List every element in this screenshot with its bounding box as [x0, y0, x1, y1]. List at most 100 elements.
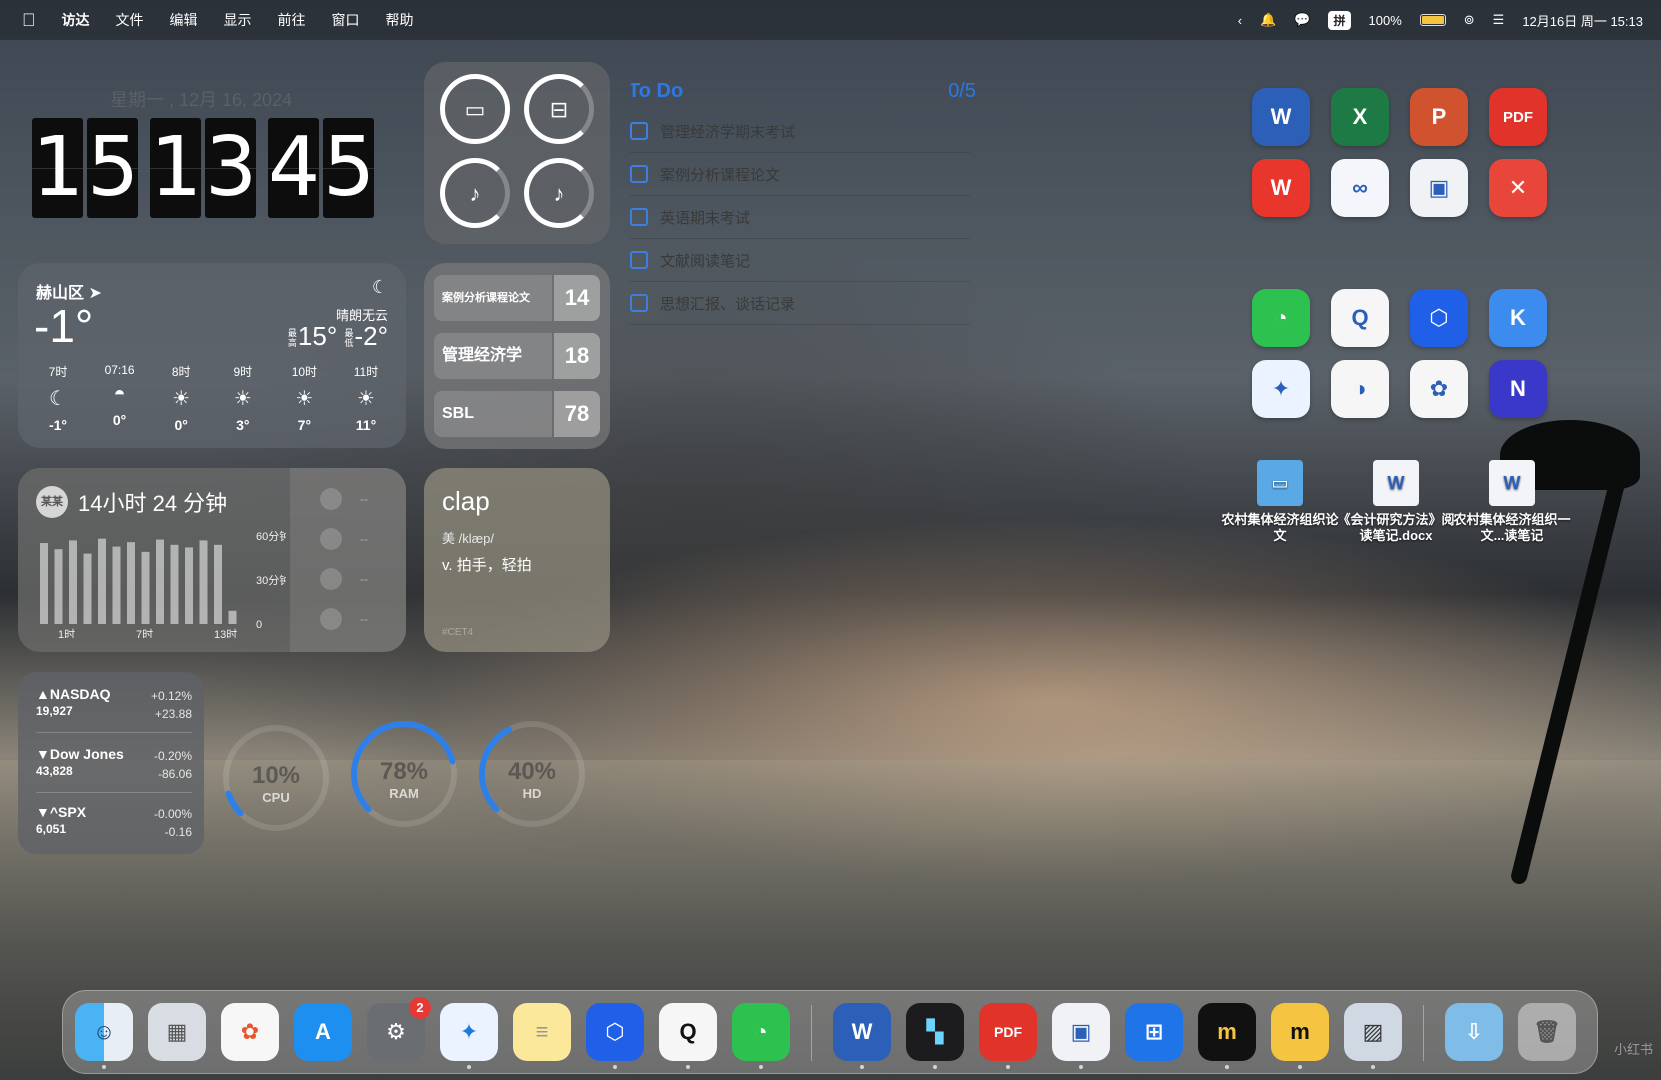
- baidu-netdisk-icon[interactable]: ∞: [1331, 159, 1389, 217]
- stock-row[interactable]: ▲NASDAQ 19,927 +0.12% +23.88: [36, 686, 192, 721]
- wechat-status-icon[interactable]: 💬: [1294, 12, 1310, 28]
- qq-icon[interactable]: Q: [1331, 289, 1389, 347]
- safari-icon[interactable]: ✦: [1252, 360, 1310, 418]
- apple-menu-icon[interactable]: : [22, 10, 36, 31]
- airpod-right-icon: ♪: [553, 181, 565, 206]
- marginnote-icon[interactable]: m: [1198, 1003, 1256, 1061]
- chevron-left-icon[interactable]: ‹: [1238, 13, 1242, 28]
- menu-clock[interactable]: 12月16日 周一 15:13: [1522, 11, 1643, 30]
- weather-widget[interactable]: 赫山区 ➤ -1° ☾ 晴朗无云 最高15° 最低-2° 7时 ☾ -1° 07:1…: [18, 263, 406, 448]
- countdown-widget[interactable]: 案例分析课程论文 14 管理经济学 18 SBL 78: [424, 263, 610, 449]
- sunrise-icon: ◓: [113, 383, 126, 405]
- pdf-expert-icon[interactable]: PDF: [979, 1003, 1037, 1061]
- app-n-icon[interactable]: N: [1489, 360, 1547, 418]
- stock-row[interactable]: ▼^SPX 6,051 -0.00% -0.16: [36, 804, 192, 839]
- cpu-gauge[interactable]: 10% CPU: [220, 722, 332, 834]
- stock-row[interactable]: ▼Dow Jones 43,828 -0.20% -86.06: [36, 746, 192, 781]
- checkbox[interactable]: [630, 208, 648, 226]
- running-indicator: [1006, 1065, 1010, 1069]
- weather-hour: 7时 ☾ -1°: [32, 363, 84, 433]
- lark-cube-icon[interactable]: ⬡: [1410, 289, 1468, 347]
- quark-icon[interactable]: ◑: [1331, 360, 1389, 418]
- screen-time-total: 14小时 24 分钟: [78, 491, 228, 516]
- finder-icon[interactable]: ☺: [75, 1003, 133, 1061]
- remote-desktop-icon[interactable]: ▣: [1052, 1003, 1110, 1061]
- x-label: 1时: [58, 628, 75, 638]
- clock-digit: 5: [323, 118, 375, 218]
- hd-gauge[interactable]: 40% HD: [476, 718, 588, 830]
- todo-item[interactable]: 文献阅读笔记: [630, 239, 970, 282]
- vocabulary-widget[interactable]: clap 美 /klæp/ v. 拍手，轻拍 #CET4: [424, 468, 610, 652]
- batteries-widget[interactable]: ▭ ⊟ ♪ ♪: [424, 62, 610, 244]
- countdown-row[interactable]: 案例分析课程论文 14: [434, 275, 600, 321]
- todo-item[interactable]: 管理经济学期末考试: [630, 110, 970, 153]
- countdown-row[interactable]: 管理经济学 18: [434, 333, 600, 379]
- trash-icon[interactable]: 🗑: [1518, 1003, 1576, 1061]
- kimi-icon[interactable]: K: [1489, 289, 1547, 347]
- wechat-icon[interactable]: ◔: [1252, 289, 1310, 347]
- link-icon[interactable]: ⊚: [1464, 12, 1475, 28]
- word-icon[interactable]: W: [833, 1003, 891, 1061]
- battery-icon[interactable]: [1419, 14, 1446, 26]
- menu-app-name[interactable]: 访达: [62, 10, 90, 30]
- word-icon[interactable]: W: [1252, 88, 1310, 146]
- dock: ☺ ▦ ✿ A ⚙ 2 ✦ ≡ ⬡ Q ◔ W ▚ PDF ▣ ⊞ m m ▨ ⇩…: [62, 990, 1598, 1074]
- chatgpt-icon[interactable]: ✿: [1410, 360, 1468, 418]
- todo-item[interactable]: 案例分析课程论文: [630, 153, 970, 196]
- menu-window[interactable]: 窗口: [332, 10, 360, 30]
- notes-icon[interactable]: ≡: [513, 1003, 571, 1061]
- windows-app-icon[interactable]: ⊞: [1125, 1003, 1183, 1061]
- menu-help[interactable]: 帮助: [386, 10, 414, 30]
- word-doc-icon: W: [1489, 460, 1535, 506]
- word: clap: [442, 486, 490, 516]
- ram-gauge[interactable]: 78% RAM: [348, 718, 460, 830]
- bell-icon[interactable]: 🔔: [1260, 12, 1276, 28]
- checkbox[interactable]: [630, 122, 648, 140]
- clock-date: 星期一 , 12月 16, 2024: [110, 90, 293, 110]
- usage-bar: [40, 543, 48, 624]
- remote-desktop-icon[interactable]: ▣: [1410, 159, 1468, 217]
- screen-time-widget[interactable]: 某某 14小时 24 分钟 60分钟 30分钟 0 1时 7时 13时 -- -…: [18, 468, 406, 652]
- control-center-icon[interactable]: ☰: [1493, 12, 1505, 28]
- preview-icon[interactable]: ▨: [1344, 1003, 1402, 1061]
- downloads-folder-icon[interactable]: ⇩: [1445, 1003, 1503, 1061]
- countdown-row[interactable]: SBL 78: [434, 391, 600, 437]
- safari-icon[interactable]: ✦: [440, 1003, 498, 1061]
- desktop-file[interactable]: ▭ 农村集体经济组织论文: [1220, 460, 1340, 544]
- marginnote-huawei-icon[interactable]: m: [1271, 1003, 1329, 1061]
- pdf-expert-icon[interactable]: PDF: [1489, 88, 1547, 146]
- app-store-icon[interactable]: A: [294, 1003, 352, 1061]
- running-indicator: [686, 1065, 690, 1069]
- wps-icon[interactable]: W: [1252, 159, 1310, 217]
- excel-icon[interactable]: X: [1331, 88, 1389, 146]
- desktop-file[interactable]: W 农村集体经济组织一文...读笔记: [1452, 460, 1572, 544]
- launchpad-icon[interactable]: ▦: [148, 1003, 206, 1061]
- stocks-widget[interactable]: ▲NASDAQ 19,927 +0.12% +23.88 ▼Dow Jones 43,…: [18, 672, 204, 854]
- todo-count: 0/5: [948, 80, 976, 102]
- menu-view[interactable]: 显示: [224, 10, 252, 30]
- todo-item[interactable]: 英语期末考试: [630, 196, 970, 239]
- weather-high-low: 最高15° 最低-2°: [287, 321, 388, 351]
- todo-item[interactable]: 思想汇报、谈话记录: [630, 282, 970, 325]
- running-indicator: [1371, 1065, 1375, 1069]
- checkbox[interactable]: [630, 294, 648, 312]
- input-method-indicator[interactable]: 拼: [1328, 10, 1351, 30]
- checkbox[interactable]: [630, 165, 648, 183]
- lark-cube-icon[interactable]: ⬡: [586, 1003, 644, 1061]
- menu-file[interactable]: 文件: [116, 10, 144, 30]
- flip-clock[interactable]: 1 5 1 3 4 5: [32, 118, 378, 218]
- wechat-icon[interactable]: ◔: [732, 1003, 790, 1061]
- setapp-icon[interactable]: ▚: [906, 1003, 964, 1061]
- battery-percent: 100%: [1368, 12, 1402, 28]
- menu-go[interactable]: 前往: [278, 10, 306, 30]
- desktop-file[interactable]: W 《会计研究方法》阅读笔记.docx: [1336, 460, 1456, 544]
- clock-digit: 1: [32, 118, 84, 218]
- photos-icon[interactable]: ✿: [221, 1003, 279, 1061]
- qq-icon[interactable]: Q: [659, 1003, 717, 1061]
- menu-edit[interactable]: 编辑: [170, 10, 198, 30]
- system-settings-icon[interactable]: ⚙ 2: [367, 997, 431, 1061]
- checkbox[interactable]: [630, 251, 648, 269]
- xmind-icon[interactable]: ✕: [1489, 159, 1547, 217]
- powerpoint-icon[interactable]: P: [1410, 88, 1468, 146]
- todo-widget[interactable]: To Do 0/5 管理经济学期末考试 案例分析课程论文 英语期末考试 文献阅读…: [626, 76, 986, 336]
